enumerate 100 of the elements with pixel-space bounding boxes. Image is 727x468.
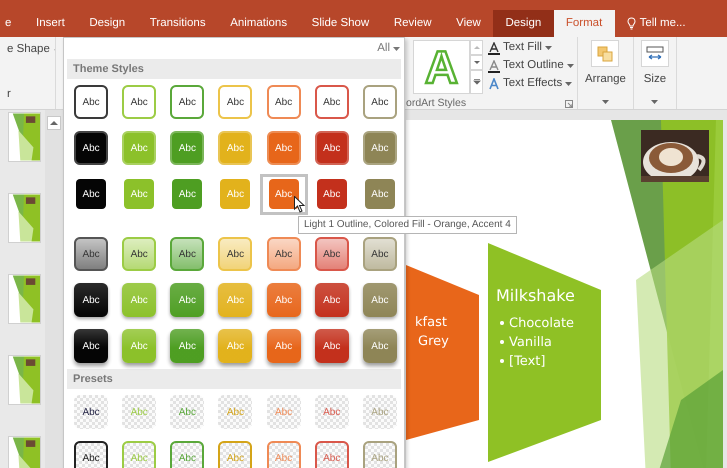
swatch-tile: Abc <box>74 395 108 429</box>
shape-title: Milkshake <box>496 285 575 307</box>
text-fill-command[interactable]: Text Fill <box>488 39 574 57</box>
swatch-tile: Abc <box>314 85 349 119</box>
swatch-tile: Abc <box>266 441 301 468</box>
swatch-tile: Abc <box>314 441 349 468</box>
style-swatch[interactable]: Abc <box>260 174 308 214</box>
swatch-tile: Abc <box>218 131 252 165</box>
swatch-tile: Abc <box>124 179 154 209</box>
swatch-tile: Abc <box>122 329 156 363</box>
filter-dropdown[interactable]: All <box>377 40 400 58</box>
more-button[interactable] <box>470 70 483 94</box>
text-effects-icon <box>488 78 500 90</box>
ribbon-tab[interactable]: Slide Show <box>299 10 382 37</box>
shape-text: Grey <box>418 333 449 351</box>
swatch-tile: Abc <box>74 85 108 119</box>
swatch-tile: Abc <box>364 179 395 209</box>
ribbon-tab[interactable]: Design <box>77 10 138 37</box>
ribbon-tab[interactable]: Insert <box>24 10 78 37</box>
swatch-tile: Abc <box>218 395 252 429</box>
section-header: Presets <box>67 369 401 389</box>
swatch-tile: Abc <box>266 395 301 429</box>
swatch-tile: Abc <box>122 85 156 119</box>
swatch-tile: Abc <box>266 85 301 119</box>
swatch-tile: Abc <box>362 395 397 429</box>
swatch-tile: Abc <box>170 131 204 165</box>
resize-icon <box>646 46 664 62</box>
bullet-text: [Text] <box>509 353 546 371</box>
swatch-tile: Abc <box>170 441 204 468</box>
bullet-icon <box>500 359 504 363</box>
swatch-tile: Abc <box>218 237 252 271</box>
slide-thumbnail[interactable] <box>8 355 41 405</box>
shape-text: kfast <box>415 314 447 332</box>
group-label: ordArt Styles <box>406 96 466 111</box>
swatch-tile: Abc <box>266 131 301 165</box>
swatch-tile: Abc <box>218 329 252 363</box>
swatch-tile: Abc <box>220 179 250 209</box>
slide-thumbnail[interactable] <box>8 274 41 324</box>
tooltip: Light 1 Outline, Colored Fill - Orange, Accent 4 <box>298 216 517 234</box>
swatch-tile: Abc <box>74 283 108 317</box>
ribbon-tab[interactable]: Transitions <box>137 10 218 37</box>
swatch-tile: Abc <box>74 441 108 468</box>
swatch-tile: Abc <box>362 131 397 165</box>
bullet-icon <box>500 340 504 344</box>
slide-thumbnail[interactable] <box>8 193 41 243</box>
swatch-tile: Abc <box>122 131 156 165</box>
shape-command[interactable]: e Shape <box>7 41 55 58</box>
swatch-tile: Abc <box>170 85 204 119</box>
arrange-icon <box>597 46 614 62</box>
lightbulb-icon <box>626 17 636 30</box>
tell-me-search[interactable]: Tell me... <box>614 10 686 37</box>
ribbon-tab[interactable]: Animations <box>218 10 300 37</box>
ribbon-label: r <box>7 87 12 102</box>
text-outline-command[interactable]: Text Outline <box>488 57 574 75</box>
swatch-tile: Abc <box>122 441 156 468</box>
cursor-icon <box>294 196 305 213</box>
text-fill-icon <box>488 42 500 54</box>
swatch-tile: Abc <box>218 283 252 317</box>
ribbon-tab[interactable]: Review <box>382 10 444 37</box>
swatch-tile: Abc <box>122 237 156 271</box>
text-effects-command[interactable]: Text Effects <box>488 75 574 93</box>
swatch-tile: Abc <box>268 179 299 209</box>
wordart-preview[interactable]: A <box>413 40 470 94</box>
swatch-tile: Abc <box>362 85 397 119</box>
swatch-tile: Abc <box>172 179 202 209</box>
bullet-text: Chocolate <box>509 315 574 333</box>
swatch-tile: Abc <box>362 237 397 271</box>
swatch-tile: Abc <box>362 329 397 363</box>
swatch-tile: Abc <box>122 395 156 429</box>
swatch-tile: Abc <box>266 237 301 271</box>
dialog-launcher-icon <box>565 100 573 108</box>
ribbon-tab[interactable]: Design <box>493 10 554 37</box>
size-button[interactable]: Size <box>636 37 673 112</box>
swatch-tile: Abc <box>170 237 204 271</box>
ribbon-tab[interactable]: Format <box>554 10 615 37</box>
ribbon-tab[interactable]: View <box>444 10 494 37</box>
swatch-tile: Abc <box>218 85 252 119</box>
slide-thumbnail[interactable] <box>8 112 41 162</box>
swatch-tile: Abc <box>74 237 108 271</box>
text-outline-icon <box>488 60 500 72</box>
swatch-tile: Abc <box>74 329 108 363</box>
swatch-tile: Abc <box>314 237 349 271</box>
swatch-tile: Abc <box>266 329 301 363</box>
swatch-tile: Abc <box>170 283 204 317</box>
swatch-tile: Abc <box>170 395 204 429</box>
swatch-tile: Abc <box>362 283 397 317</box>
swatch-tile: Abc <box>76 179 106 209</box>
arrange-button[interactable]: Arrange <box>581 37 630 112</box>
swatch-tile: Abc <box>314 131 349 165</box>
bullet-text: Vanilla <box>509 334 552 352</box>
scroll-down-button[interactable] <box>470 55 483 70</box>
swatch-tile: Abc <box>74 131 108 165</box>
swatch-tile: Abc <box>316 179 347 209</box>
bullet-icon <box>500 321 504 325</box>
section-header: Theme Styles <box>67 59 401 79</box>
ribbon-tab[interactable]: e <box>0 10 24 37</box>
scroll-up-button[interactable] <box>47 116 61 130</box>
swatch-tile: Abc <box>314 283 349 317</box>
swatch-tile: Abc <box>122 283 156 317</box>
swatch-tile: Abc <box>266 283 301 317</box>
